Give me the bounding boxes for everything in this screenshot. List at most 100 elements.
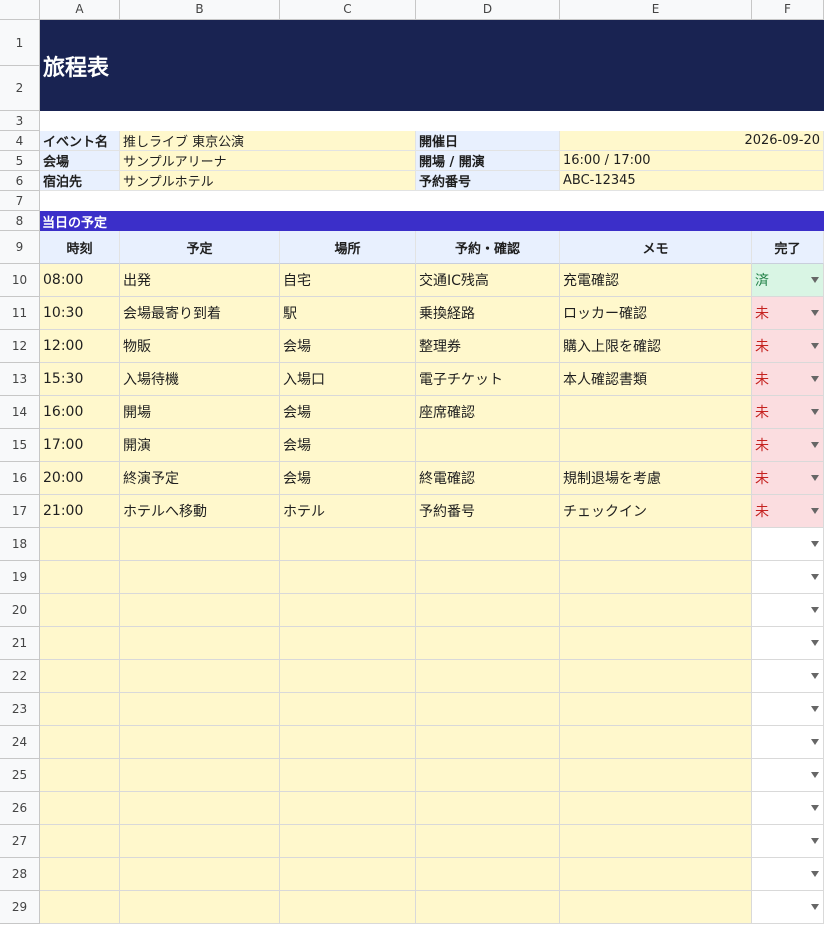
schedule-memo-cell[interactable]: チェックイン xyxy=(560,495,752,528)
row-header-12[interactable]: 12 xyxy=(0,330,40,363)
schedule-section-title[interactable]: 当日の予定 xyxy=(40,211,824,231)
row-header-23[interactable]: 23 xyxy=(0,693,40,726)
empty-cell[interactable] xyxy=(560,858,752,891)
row-header-28[interactable]: 28 xyxy=(0,858,40,891)
empty-cell[interactable] xyxy=(280,825,416,858)
schedule-check-cell[interactable]: 電子チケット xyxy=(416,363,560,396)
empty-cell[interactable] xyxy=(120,858,280,891)
empty-cell[interactable] xyxy=(120,561,280,594)
schedule-memo-cell[interactable] xyxy=(560,396,752,429)
empty-cell[interactable] xyxy=(560,825,752,858)
row-header-21[interactable]: 21 xyxy=(0,627,40,660)
empty-cell[interactable] xyxy=(280,594,416,627)
row-header-9[interactable]: 9 xyxy=(0,231,40,264)
schedule-plan-cell[interactable]: 入場待機 xyxy=(120,363,280,396)
empty-cell[interactable] xyxy=(560,759,752,792)
column-header-a[interactable]: A xyxy=(40,0,120,20)
dropdown-arrow-icon[interactable] xyxy=(811,376,819,382)
row-header-14[interactable]: 14 xyxy=(0,396,40,429)
column-header-c[interactable]: C xyxy=(280,0,416,20)
row-header-29[interactable]: 29 xyxy=(0,891,40,924)
empty-cell[interactable] xyxy=(40,693,120,726)
empty-cell[interactable] xyxy=(120,528,280,561)
row-header-11[interactable]: 11 xyxy=(0,297,40,330)
schedule-memo-cell[interactable]: 本人確認書類 xyxy=(560,363,752,396)
status-dropdown[interactable]: 未 xyxy=(752,429,824,462)
empty-cell[interactable] xyxy=(416,858,560,891)
empty-cell[interactable] xyxy=(560,594,752,627)
dropdown-arrow-icon[interactable] xyxy=(811,673,819,679)
schedule-time-cell[interactable]: 16:00 xyxy=(40,396,120,429)
empty-cell[interactable] xyxy=(280,561,416,594)
empty-cell[interactable] xyxy=(40,792,120,825)
status-dropdown[interactable]: 未 xyxy=(752,297,824,330)
dropdown-arrow-icon[interactable] xyxy=(811,277,819,283)
status-dropdown[interactable]: 未 xyxy=(752,330,824,363)
schedule-plan-cell[interactable]: 物販 xyxy=(120,330,280,363)
empty-cell[interactable] xyxy=(280,726,416,759)
schedule-place-cell[interactable]: 会場 xyxy=(280,330,416,363)
empty-cell[interactable] xyxy=(416,528,560,561)
status-dropdown[interactable] xyxy=(752,759,824,792)
schedule-memo-cell[interactable]: 購入上限を確認 xyxy=(560,330,752,363)
status-dropdown[interactable] xyxy=(752,660,824,693)
hotel-value[interactable]: サンプルホテル xyxy=(120,171,416,191)
empty-cell[interactable] xyxy=(120,891,280,924)
empty-cell[interactable] xyxy=(40,528,120,561)
status-dropdown[interactable] xyxy=(752,825,824,858)
dropdown-arrow-icon[interactable] xyxy=(811,343,819,349)
empty-cell[interactable] xyxy=(416,594,560,627)
event-name-value[interactable]: 推しライブ 東京公演 xyxy=(120,131,416,151)
dropdown-arrow-icon[interactable] xyxy=(811,409,819,415)
dropdown-arrow-icon[interactable] xyxy=(811,904,819,910)
empty-cell[interactable] xyxy=(280,792,416,825)
empty-cell[interactable] xyxy=(40,561,120,594)
row-header-18[interactable]: 18 xyxy=(0,528,40,561)
empty-cell[interactable] xyxy=(120,594,280,627)
schedule-place-cell[interactable]: 会場 xyxy=(280,462,416,495)
column-header-d[interactable]: D xyxy=(416,0,560,20)
schedule-plan-cell[interactable]: 会場最寄り到着 xyxy=(120,297,280,330)
schedule-time-cell[interactable]: 21:00 xyxy=(40,495,120,528)
empty-cell[interactable] xyxy=(280,693,416,726)
dropdown-arrow-icon[interactable] xyxy=(811,607,819,613)
empty-cell[interactable] xyxy=(280,660,416,693)
schedule-place-cell[interactable]: 自宅 xyxy=(280,264,416,297)
empty-cell[interactable] xyxy=(560,792,752,825)
status-dropdown[interactable]: 未 xyxy=(752,495,824,528)
sheet-title[interactable]: 旅程表 xyxy=(40,20,824,111)
schedule-plan-cell[interactable]: 開場 xyxy=(120,396,280,429)
empty-cell[interactable] xyxy=(120,792,280,825)
dropdown-arrow-icon[interactable] xyxy=(811,541,819,547)
schedule-check-cell[interactable]: 整理券 xyxy=(416,330,560,363)
dropdown-arrow-icon[interactable] xyxy=(811,805,819,811)
row-header-8[interactable]: 8 xyxy=(0,211,40,231)
dropdown-arrow-icon[interactable] xyxy=(811,739,819,745)
dropdown-arrow-icon[interactable] xyxy=(811,574,819,580)
empty-cell[interactable] xyxy=(120,825,280,858)
schedule-place-cell[interactable]: 会場 xyxy=(280,396,416,429)
dropdown-arrow-icon[interactable] xyxy=(811,838,819,844)
empty-cell[interactable] xyxy=(120,726,280,759)
dropdown-arrow-icon[interactable] xyxy=(811,706,819,712)
empty-cell[interactable] xyxy=(40,627,120,660)
row-header-13[interactable]: 13 xyxy=(0,363,40,396)
dropdown-arrow-icon[interactable] xyxy=(811,640,819,646)
row-header-24[interactable]: 24 xyxy=(0,726,40,759)
row-header-20[interactable]: 20 xyxy=(0,594,40,627)
schedule-place-cell[interactable]: 入場口 xyxy=(280,363,416,396)
event-date-value[interactable]: 2026-09-20 xyxy=(560,131,824,151)
empty-cell[interactable] xyxy=(40,759,120,792)
empty-cell[interactable] xyxy=(120,660,280,693)
row-header-7[interactable]: 7 xyxy=(0,191,40,211)
table-header-status[interactable]: 完了 xyxy=(752,231,824,264)
empty-cell[interactable] xyxy=(416,759,560,792)
schedule-plan-cell[interactable]: 終演予定 xyxy=(120,462,280,495)
status-dropdown[interactable] xyxy=(752,594,824,627)
status-dropdown[interactable] xyxy=(752,693,824,726)
booking-number-value[interactable]: ABC-12345 xyxy=(560,171,824,191)
empty-cell[interactable] xyxy=(280,528,416,561)
status-dropdown[interactable]: 未 xyxy=(752,363,824,396)
row-header-2[interactable]: 2 xyxy=(0,66,40,111)
empty-cell[interactable] xyxy=(40,660,120,693)
